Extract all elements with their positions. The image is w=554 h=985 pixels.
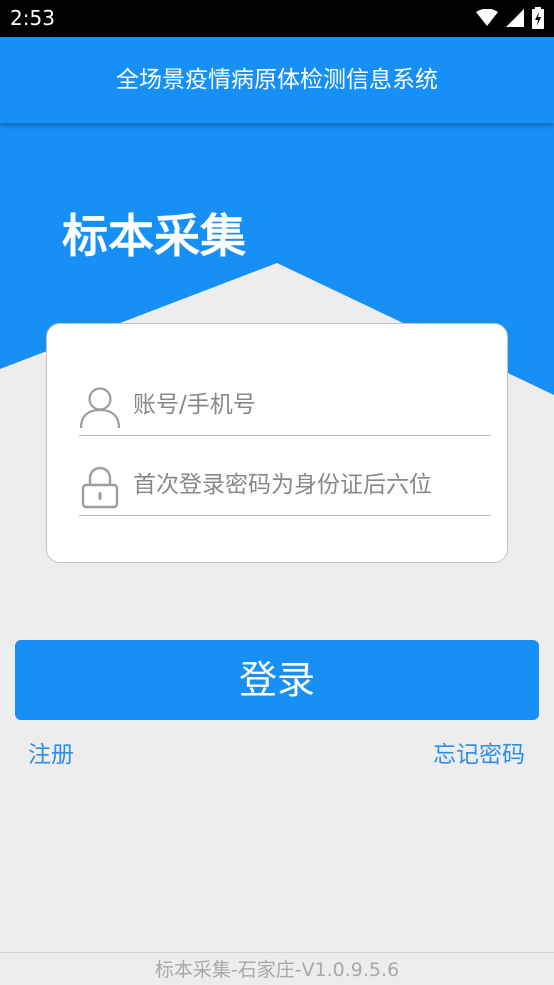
password-field xyxy=(79,436,491,516)
cellular-signal-icon xyxy=(506,9,524,27)
login-button[interactable]: 登录 xyxy=(15,640,539,720)
status-time: 2:53 xyxy=(10,6,55,30)
account-input[interactable] xyxy=(133,387,491,423)
lock-icon xyxy=(81,466,119,509)
wifi-icon xyxy=(476,9,498,26)
user-icon xyxy=(79,387,121,429)
footer-divider xyxy=(0,952,554,953)
login-card xyxy=(46,323,508,563)
version-label: 标本采集-石家庄-V1.0.9.5.6 xyxy=(154,959,400,981)
forgot-password-link[interactable]: 忘记密码 xyxy=(433,740,525,770)
app-header: 全场景疫情病原体检测信息系统 xyxy=(0,37,554,123)
status-bar: 2:53 xyxy=(0,0,554,37)
hero-title: 标本采集 xyxy=(62,209,246,263)
account-field xyxy=(79,356,491,436)
register-link[interactable]: 注册 xyxy=(28,740,74,770)
app-title: 全场景疫情病原体检测信息系统 xyxy=(116,67,438,93)
status-icons xyxy=(476,7,544,29)
battery-charging-icon xyxy=(532,7,544,29)
password-input[interactable] xyxy=(133,467,491,503)
